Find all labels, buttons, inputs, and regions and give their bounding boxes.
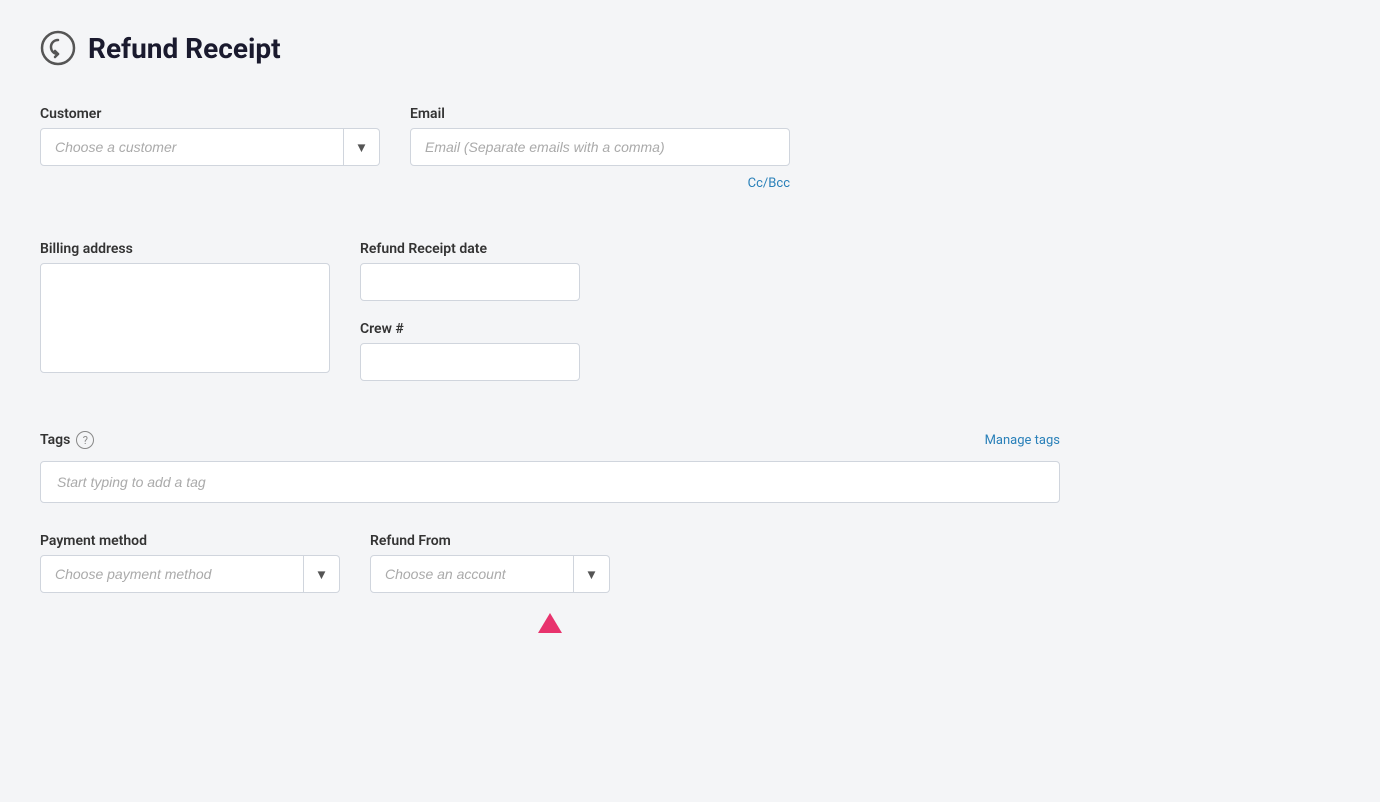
billing-label: Billing address xyxy=(40,241,330,257)
customer-dropdown-button[interactable]: ▼ xyxy=(344,128,380,166)
crew-label: Crew # xyxy=(360,321,580,337)
date-input[interactable]: 12/27/2020 xyxy=(360,263,580,301)
email-form-group: Email Cc/Bcc xyxy=(410,106,790,191)
chevron-down-icon: ▼ xyxy=(585,567,598,582)
payment-dropdown-button[interactable]: ▼ xyxy=(304,555,340,593)
refund-from-label: Refund From xyxy=(370,533,610,549)
payment-input[interactable] xyxy=(40,555,304,593)
refund-from-select-wrapper: ▼ xyxy=(370,555,610,593)
crew-form-group: Crew # xyxy=(360,321,580,381)
refund-from-dropdown-button[interactable]: ▼ xyxy=(574,555,610,593)
refund-receipt-icon xyxy=(40,30,76,66)
refund-from-form-group: Refund From ▼ xyxy=(370,533,610,593)
customer-input[interactable] xyxy=(40,128,344,166)
tags-input[interactable] xyxy=(40,461,1060,503)
page-header: Refund Receipt xyxy=(40,30,1060,66)
customer-select-wrapper: ▼ xyxy=(40,128,380,166)
crew-input[interactable] xyxy=(360,343,580,381)
tags-form-group: Tags ? Manage tags xyxy=(40,431,1060,503)
email-input[interactable] xyxy=(410,128,790,166)
billing-form-group: Billing address xyxy=(40,241,330,373)
page-title: Refund Receipt xyxy=(88,32,281,65)
email-label: Email xyxy=(410,106,790,122)
refund-from-input[interactable] xyxy=(370,555,574,593)
payment-select-wrapper: ▼ xyxy=(40,555,340,593)
bottom-arrow-container xyxy=(40,613,1060,633)
billing-date-row: Billing address Refund Receipt date 12/2… xyxy=(40,241,1060,381)
date-crew-column: Refund Receipt date 12/27/2020 Crew # xyxy=(360,241,580,381)
customer-form-group: Customer ▼ xyxy=(40,106,380,166)
payment-refund-row: Payment method ▼ Refund From ▼ xyxy=(40,533,1060,593)
customer-label: Customer xyxy=(40,106,380,122)
chevron-down-icon: ▼ xyxy=(315,567,328,582)
manage-tags-link[interactable]: Manage tags xyxy=(985,433,1060,448)
billing-textarea[interactable] xyxy=(40,263,330,373)
date-form-group: Refund Receipt date 12/27/2020 xyxy=(360,241,580,301)
payment-label: Payment method xyxy=(40,533,340,549)
date-label: Refund Receipt date xyxy=(360,241,580,257)
tags-help-icon[interactable]: ? xyxy=(76,431,94,449)
tags-row: Tags ? Manage tags xyxy=(40,431,1060,449)
tags-label: Tags xyxy=(40,432,70,448)
scroll-up-arrow-icon xyxy=(538,613,562,633)
page-container: Refund Receipt Customer ▼ Email Cc/Bcc B… xyxy=(0,0,1100,663)
chevron-down-icon: ▼ xyxy=(355,140,368,155)
cc-bcc-link[interactable]: Cc/Bcc xyxy=(410,176,790,191)
customer-email-row: Customer ▼ Email Cc/Bcc xyxy=(40,106,1060,191)
tags-label-row: Tags ? xyxy=(40,431,94,449)
payment-form-group: Payment method ▼ xyxy=(40,533,340,593)
